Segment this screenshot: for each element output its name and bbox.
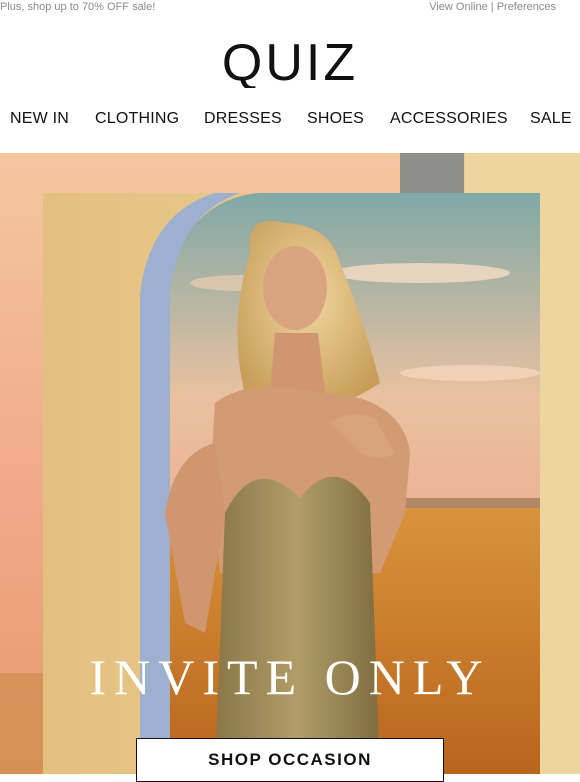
main-nav: NEW IN CLOTHING DRESSES SHOES ACCESSORIE…: [0, 110, 580, 134]
preheader: Plus, shop up to 70% OFF sale! View Onli…: [0, 0, 580, 16]
nav-dresses[interactable]: DRESSES: [204, 110, 282, 128]
quiz-logo-mark: QUIZ: [222, 36, 358, 88]
logo-text: QUIZ: [222, 36, 358, 88]
nav-accessories[interactable]: ACCESSORIES: [390, 110, 508, 128]
link-separator: |: [490, 1, 494, 13]
shop-occasion-button[interactable]: SHOP OCCASION: [136, 738, 444, 782]
nav-clothing[interactable]: CLOTHING: [95, 110, 179, 128]
nav-new-in[interactable]: NEW IN: [10, 110, 69, 128]
preferences-link[interactable]: Preferences: [497, 1, 556, 13]
view-online-link[interactable]: View Online: [429, 1, 488, 13]
nav-shoes[interactable]: SHOES: [307, 110, 364, 128]
promo-text: Plus, shop up to 70% OFF sale!: [0, 1, 156, 13]
hero-headline: INVITE ONLY: [89, 649, 491, 705]
brand-logo[interactable]: QUIZ: [0, 36, 580, 88]
nav-sale[interactable]: SALE: [530, 110, 572, 128]
preheader-links: View Online | Preferences: [429, 1, 556, 13]
